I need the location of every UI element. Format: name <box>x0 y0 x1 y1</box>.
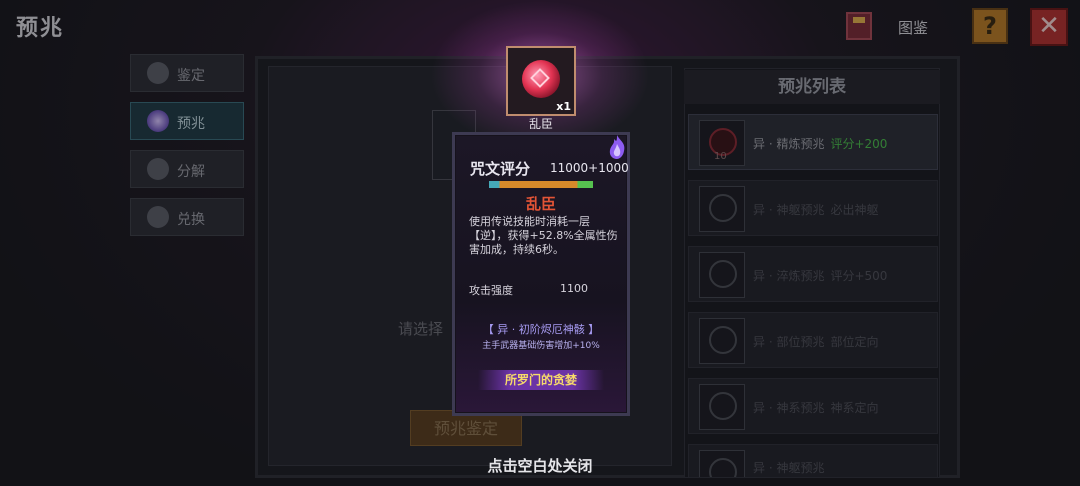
rune-item-name: 乱臣 <box>528 117 553 131</box>
purple-flame-icon <box>609 135 625 159</box>
item-quantity: x1 <box>556 100 571 113</box>
rune-score-title: 咒文评分 <box>470 160 531 178</box>
rune-item-slot: x1 <box>506 46 576 116</box>
set-name: 【 异 · 初阶烬厄神骸 】 <box>482 323 600 336</box>
source-button[interactable]: 所罗门的贪婪 <box>478 370 604 390</box>
close-hint: 点击空白处关闭 <box>487 457 593 475</box>
red-gem-icon <box>522 60 560 98</box>
rune-name: 乱臣 <box>525 195 556 213</box>
rune-score-value: 11000+1000 <box>550 161 629 175</box>
set-bonus-description: 主手武器基础伤害增加+10% <box>482 341 600 351</box>
stat-value: 1100 <box>560 282 588 295</box>
rune-description: 使用传说技能时消耗一层【逆】，获得+52.8%全属性伤害加成，持续6秒。 <box>469 215 618 256</box>
stat-label: 攻击强度 <box>469 284 513 297</box>
quality-bar <box>489 181 593 188</box>
